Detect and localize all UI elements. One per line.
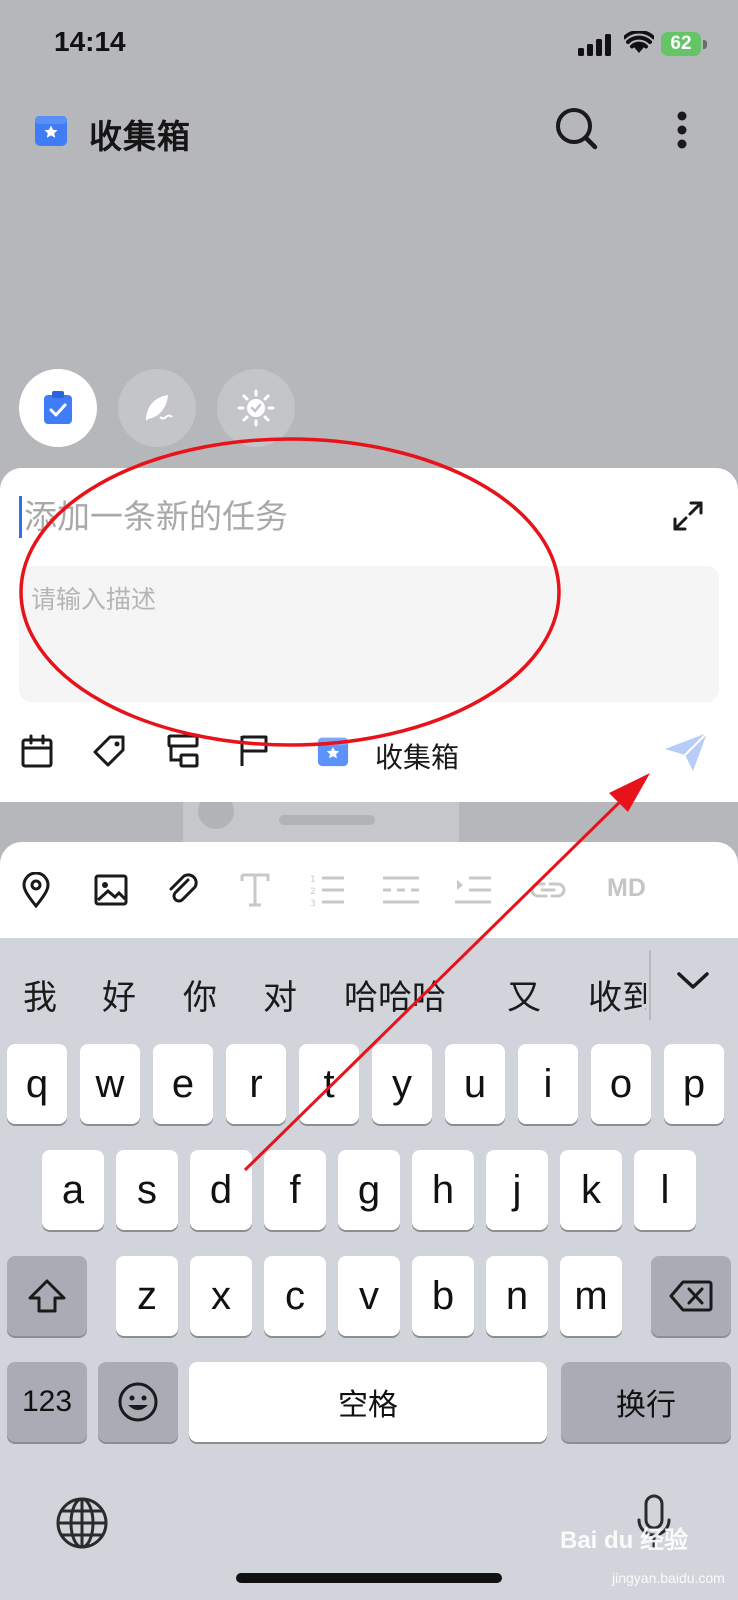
- numbered-list-icon[interactable]: 1 2 3: [310, 874, 344, 906]
- subtask-icon[interactable]: [167, 734, 199, 768]
- key-f[interactable]: f: [264, 1150, 326, 1230]
- key-q[interactable]: q: [7, 1044, 67, 1124]
- more-icon[interactable]: [676, 110, 688, 150]
- watermark-url: jingyan.baidu.com: [612, 1570, 725, 1586]
- inbox-project-icon[interactable]: [316, 734, 350, 768]
- key-h[interactable]: h: [412, 1150, 474, 1230]
- search-icon[interactable]: [554, 106, 600, 152]
- markdown-toggle[interactable]: MD: [607, 874, 646, 903]
- return-key[interactable]: 换行: [561, 1362, 731, 1442]
- space-key[interactable]: 空格: [189, 1362, 547, 1442]
- divider-icon[interactable]: [383, 874, 419, 906]
- key-m[interactable]: m: [560, 1256, 622, 1336]
- key-l[interactable]: l: [634, 1150, 696, 1230]
- numbers-key[interactable]: 123: [7, 1362, 87, 1442]
- background-placeholder-bar: [279, 815, 375, 825]
- chevron-down-icon[interactable]: [676, 970, 710, 992]
- key-j[interactable]: j: [486, 1150, 548, 1230]
- battery-indicator: 62: [661, 32, 701, 56]
- key-s[interactable]: s: [116, 1150, 178, 1230]
- svg-text:1: 1: [310, 875, 316, 885]
- key-p[interactable]: p: [664, 1044, 724, 1124]
- shift-key[interactable]: [7, 1256, 87, 1336]
- wifi-icon: [624, 31, 654, 53]
- key-x[interactable]: x: [190, 1256, 252, 1336]
- calendar-icon[interactable]: [21, 734, 53, 768]
- key-r[interactable]: r: [226, 1044, 286, 1124]
- expand-icon[interactable]: [672, 500, 704, 532]
- key-w[interactable]: w: [80, 1044, 140, 1124]
- key-n[interactable]: n: [486, 1256, 548, 1336]
- candidate-word[interactable]: 你: [183, 970, 217, 1019]
- task-description-input[interactable]: [31, 583, 691, 617]
- candidate-word[interactable]: 我: [23, 970, 57, 1019]
- text-cursor: [19, 496, 22, 538]
- clipboard-check-icon: [44, 391, 72, 424]
- status-bar: 14:14 62: [0, 0, 738, 90]
- backspace-icon: [669, 1280, 713, 1312]
- signal-icon: [578, 34, 611, 56]
- send-icon[interactable]: [663, 731, 709, 773]
- candidate-word[interactable]: 收到: [588, 970, 646, 1019]
- candidate-divider: [649, 950, 651, 1020]
- key-t[interactable]: t: [299, 1044, 359, 1124]
- svg-text:3: 3: [310, 899, 316, 906]
- candidate-word[interactable]: 好: [102, 970, 136, 1019]
- key-g[interactable]: g: [338, 1150, 400, 1230]
- key-y[interactable]: y: [372, 1044, 432, 1124]
- key-a[interactable]: a: [42, 1150, 104, 1230]
- key-v[interactable]: v: [338, 1256, 400, 1336]
- home-indicator: [236, 1573, 502, 1583]
- key-k[interactable]: k: [560, 1150, 622, 1230]
- page-title: 收集箱: [89, 118, 191, 155]
- note-mode-button[interactable]: [118, 369, 196, 447]
- tag-icon[interactable]: [92, 734, 128, 768]
- image-icon[interactable]: [94, 874, 128, 906]
- globe-icon[interactable]: [55, 1496, 109, 1550]
- key-o[interactable]: o: [591, 1044, 651, 1124]
- feather-icon: [146, 395, 173, 421]
- task-title-input[interactable]: [24, 493, 624, 541]
- candidate-word[interactable]: 对: [263, 970, 297, 1019]
- candidate-word[interactable]: 又: [507, 970, 541, 1019]
- battery-cap: [703, 40, 707, 49]
- inbox-icon: [35, 116, 67, 146]
- key-i[interactable]: i: [518, 1044, 578, 1124]
- indent-icon[interactable]: [455, 874, 491, 906]
- shift-icon: [28, 1279, 66, 1313]
- project-label[interactable]: 收集箱: [375, 736, 459, 776]
- key-c[interactable]: c: [264, 1256, 326, 1336]
- candidate-word[interactable]: 哈哈哈: [344, 970, 446, 1019]
- svg-text:2: 2: [310, 887, 316, 897]
- attachment-icon[interactable]: [166, 872, 202, 908]
- sun-check-icon: [237, 389, 275, 427]
- habit-mode-button[interactable]: [217, 369, 295, 447]
- link-icon[interactable]: [530, 876, 566, 904]
- text-format-icon[interactable]: [240, 873, 270, 907]
- location-icon[interactable]: [22, 872, 50, 908]
- key-b[interactable]: b: [412, 1256, 474, 1336]
- key-d[interactable]: d: [190, 1150, 252, 1230]
- key-e[interactable]: e: [153, 1044, 213, 1124]
- key-z[interactable]: z: [116, 1256, 178, 1336]
- delete-key[interactable]: [651, 1256, 731, 1336]
- emoji-icon: [118, 1382, 158, 1422]
- emoji-key[interactable]: [98, 1362, 178, 1442]
- task-mode-button[interactable]: [19, 369, 97, 447]
- key-u[interactable]: u: [445, 1044, 505, 1124]
- status-time: 14:14: [54, 26, 126, 57]
- flag-icon[interactable]: [239, 734, 269, 768]
- watermark-brand: Bai du 经验: [560, 1527, 689, 1554]
